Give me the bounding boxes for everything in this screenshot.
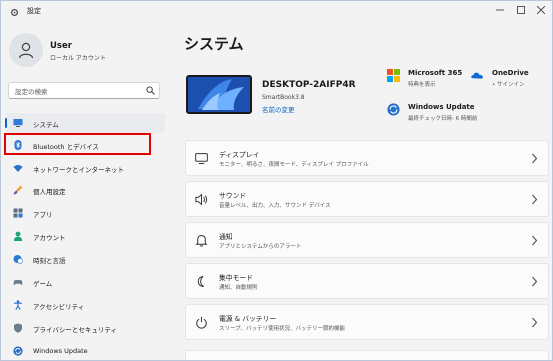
sidebar-item-label: 時刻と言語 bbox=[33, 257, 66, 265]
sidebar-item-privacy-security[interactable]: プライバシーとセキュリティ bbox=[5, 318, 165, 338]
search-input[interactable]: 設定の検索 bbox=[8, 82, 160, 99]
device-model: SmartBook3.8 bbox=[262, 94, 305, 101]
settings-window: 設定 User ローカル アカウント 設定の検索 システム Bluetooth … bbox=[0, 0, 553, 361]
maximize-button[interactable] bbox=[510, 3, 532, 17]
close-button[interactable] bbox=[530, 3, 552, 17]
rename-device-link[interactable]: 名前の変更 bbox=[262, 104, 295, 114]
sidebar-item-label: ゲーム bbox=[33, 280, 53, 288]
card-partial[interactable] bbox=[185, 350, 549, 360]
gamepad-icon bbox=[13, 280, 23, 285]
sidebar-item-accessibility[interactable]: アクセシビリティ bbox=[5, 295, 165, 315]
wifi-icon bbox=[13, 165, 23, 172]
tile-label: OneDrive bbox=[492, 69, 529, 77]
tile-sublabel: • サインイン bbox=[492, 82, 525, 88]
microsoft-logo-icon bbox=[387, 69, 400, 82]
profile-name: User bbox=[50, 41, 72, 51]
card-sound[interactable]: サウンド 音量レベル、出力、入力、サウンド デバイス bbox=[185, 181, 549, 217]
selection-indicator bbox=[5, 118, 7, 128]
card-subtitle: アプリとシステムからのアラート bbox=[219, 244, 302, 250]
card-title: 電源 & バッテリー bbox=[219, 315, 277, 323]
card-subtitle: 音量レベル、出力、入力、サウンド デバイス bbox=[219, 203, 331, 209]
tile-sublabel: 最終チェック日時: 6 時間前 bbox=[408, 116, 478, 122]
moon-icon bbox=[197, 275, 204, 287]
card-title: 集中モード bbox=[219, 274, 253, 282]
title-bar: 設定 bbox=[1, 1, 552, 23]
sidebar-item-apps[interactable]: アプリ bbox=[5, 203, 165, 223]
sidebar-item-network[interactable]: ネットワークとインターネット bbox=[5, 158, 165, 178]
chevron-right-icon bbox=[532, 317, 538, 328]
display-icon bbox=[195, 153, 208, 164]
sidebar-item-label: ネットワークとインターネット bbox=[33, 166, 124, 174]
sidebar-item-label: アカウント bbox=[33, 234, 66, 242]
shield-icon bbox=[14, 323, 22, 333]
card-subtitle: モニター、明るさ、夜間モード、ディスプレイ プロファイル bbox=[219, 162, 369, 168]
monitor-icon bbox=[13, 119, 23, 127]
card-title: サウンド bbox=[219, 192, 247, 200]
page-title: システム bbox=[184, 35, 244, 53]
chevron-right-icon bbox=[532, 235, 538, 246]
chevron-right-icon bbox=[532, 276, 538, 287]
maximize-icon bbox=[517, 6, 525, 14]
close-icon bbox=[537, 6, 545, 14]
globe-clock-icon bbox=[13, 255, 23, 264]
minimize-button[interactable] bbox=[489, 3, 511, 17]
tile-label: Microsoft 365 bbox=[408, 69, 463, 77]
search-icon bbox=[146, 86, 155, 95]
card-title: 通知 bbox=[219, 233, 233, 241]
brush-icon bbox=[13, 185, 23, 195]
sidebar-item-time-language[interactable]: 時刻と言語 bbox=[5, 249, 165, 269]
minimize-icon bbox=[496, 9, 504, 11]
bell-icon bbox=[195, 235, 208, 247]
profile-account-type: ローカル アカウント bbox=[50, 55, 106, 62]
sidebar-item-label: アクセシビリティ bbox=[33, 303, 85, 311]
tile-label: Windows Update bbox=[408, 103, 475, 111]
card-focus-assist[interactable]: 集中モード 通知、自動規則 bbox=[185, 263, 549, 299]
tile-sublabel: 特典を表示 bbox=[408, 82, 436, 88]
chevron-right-icon bbox=[532, 194, 538, 205]
onedrive-cloud-icon bbox=[471, 72, 483, 79]
sidebar-item-label: プライバシーとセキュリティ bbox=[33, 326, 117, 334]
sidebar-item-label: Windows Update bbox=[33, 347, 88, 355]
sidebar-item-personalization[interactable]: 個人用設定 bbox=[5, 180, 165, 200]
sidebar-item-label: 個人用設定 bbox=[33, 188, 66, 196]
search-placeholder: 設定の検索 bbox=[15, 88, 48, 96]
accessibility-icon bbox=[14, 300, 22, 310]
card-subtitle: 通知、自動規則 bbox=[219, 285, 258, 291]
sync-icon bbox=[387, 103, 400, 116]
device-name: DESKTOP-2AIFP4R bbox=[262, 80, 356, 90]
card-power-battery[interactable]: 電源 & バッテリー スリープ、バッテリ使用状況、バッテリー節約機能 bbox=[185, 304, 549, 340]
sidebar-item-windows-update[interactable]: Windows Update bbox=[5, 341, 165, 360]
user-icon bbox=[18, 42, 34, 59]
sidebar-item-label: システム bbox=[33, 121, 59, 129]
sidebar-item-label: アプリ bbox=[33, 211, 53, 219]
window-title: 設定 bbox=[27, 7, 41, 15]
windows-bloom-image bbox=[188, 77, 250, 112]
card-subtitle: スリープ、バッテリ使用状況、バッテリー節約機能 bbox=[219, 326, 346, 332]
avatar[interactable] bbox=[9, 33, 43, 67]
chevron-right-icon bbox=[532, 153, 538, 164]
device-wallpaper-thumbnail bbox=[186, 75, 252, 114]
person-icon bbox=[13, 231, 23, 241]
highlight-annotation-box bbox=[4, 133, 151, 155]
sync-icon bbox=[13, 346, 23, 356]
speaker-icon bbox=[195, 193, 208, 206]
sidebar-item-gaming[interactable]: ゲーム bbox=[5, 272, 165, 292]
apps-icon bbox=[13, 208, 23, 218]
sidebar-item-system[interactable]: システム bbox=[5, 113, 165, 133]
card-display[interactable]: ディスプレイ モニター、明るさ、夜間モード、ディスプレイ プロファイル bbox=[185, 140, 549, 176]
settings-gear-icon bbox=[10, 8, 19, 17]
sidebar-item-accounts[interactable]: アカウント bbox=[5, 226, 165, 246]
power-icon bbox=[196, 316, 207, 329]
card-notifications[interactable]: 通知 アプリとシステムからのアラート bbox=[185, 222, 549, 258]
card-title: ディスプレイ bbox=[219, 151, 260, 159]
